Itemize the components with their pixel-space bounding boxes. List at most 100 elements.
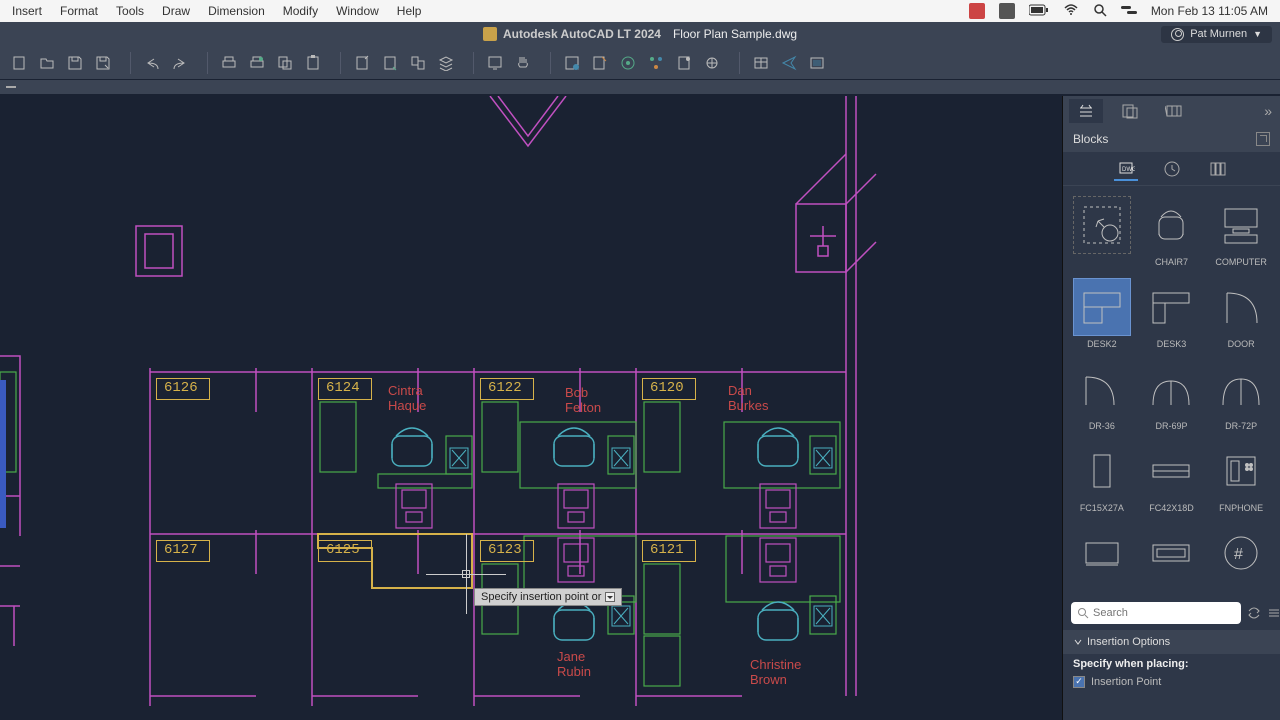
menu-draw[interactable]: Draw	[162, 4, 190, 18]
tool-e[interactable]	[673, 52, 695, 74]
block-item-desk2[interactable]: DESK2	[1069, 278, 1135, 350]
tool-f[interactable]	[701, 52, 723, 74]
subtab-recent[interactable]	[1160, 157, 1184, 181]
block-item-computer[interactable]: COMPUTER	[1208, 196, 1274, 268]
user-name: Pat Murnen	[1190, 28, 1247, 40]
block-item-fnphone[interactable]: FNPHONE	[1208, 442, 1274, 514]
user-menu[interactable]: Pat Murnen ▼	[1161, 26, 1272, 43]
app-name: Autodesk AutoCAD LT 2024	[503, 27, 661, 41]
content-area: 6126 6124 6122 6120 6127 6125 6123 6121 …	[0, 96, 1280, 720]
room-6126: 6126	[164, 380, 198, 396]
menu-insert[interactable]: Insert	[12, 4, 42, 18]
insertion-options-label: Insertion Options	[1087, 636, 1170, 648]
sheets-button[interactable]	[806, 52, 828, 74]
block-item-dr-69p[interactable]: DR-69P	[1139, 360, 1205, 432]
layers-button[interactable]	[435, 52, 457, 74]
block-thumb	[1142, 360, 1200, 418]
save-button[interactable]	[64, 52, 86, 74]
block-item-insert[interactable]: #	[1208, 524, 1274, 586]
redo-button[interactable]	[169, 52, 191, 74]
block-item-chair7[interactable]: CHAIR7	[1139, 196, 1205, 268]
wifi-icon[interactable]	[1063, 4, 1079, 19]
drawing-canvas[interactable]: 6126 6124 6122 6120 6127 6125 6123 6121 …	[0, 96, 1062, 720]
block-thumb	[1212, 442, 1270, 500]
mac-menu-right: Mon Feb 13 11:05 AM	[969, 3, 1268, 20]
subtab-current[interactable]: DWG	[1114, 157, 1138, 181]
send-button[interactable]	[778, 52, 800, 74]
menu-dimension[interactable]: Dimension	[208, 4, 265, 18]
room-6125: 6125	[326, 542, 360, 558]
cursor-pickbox	[462, 570, 470, 578]
panel-header: Blocks	[1063, 126, 1280, 152]
new-button[interactable]	[8, 52, 30, 74]
panel-tab-layers[interactable]	[1113, 99, 1147, 123]
tool-a[interactable]	[561, 52, 583, 74]
panel-tab-blocks[interactable]	[1069, 99, 1103, 123]
plot-button[interactable]	[246, 52, 268, 74]
copy-button[interactable]	[274, 52, 296, 74]
block-item-fc15x27a[interactable]: FC15X27A	[1069, 442, 1135, 514]
command-tooltip: Specify insertion point or	[474, 588, 622, 606]
tool-d[interactable]	[645, 52, 667, 74]
search-icon[interactable]	[1093, 3, 1107, 20]
person-cintra: Cintra Haque	[388, 384, 426, 414]
undo-button[interactable]	[141, 52, 163, 74]
panel-overflow[interactable]: »	[1264, 103, 1274, 119]
pan-button[interactable]	[512, 52, 534, 74]
block-item-insert[interactable]	[1069, 196, 1135, 268]
block-item-dr-36[interactable]: DR-36	[1069, 360, 1135, 432]
table-button[interactable]	[750, 52, 772, 74]
block-thumb	[1212, 278, 1270, 336]
check-label: Insertion Point	[1091, 676, 1161, 688]
paste-button[interactable]	[302, 52, 324, 74]
tool-b[interactable]	[589, 52, 611, 74]
tooltip-dropdown[interactable]	[605, 592, 615, 602]
block-item-dr-72p[interactable]: DR-72P	[1208, 360, 1274, 432]
menu-window[interactable]: Window	[336, 4, 379, 18]
menu-modify[interactable]: Modify	[283, 4, 318, 18]
battery-icon[interactable]	[1029, 4, 1049, 19]
block-item-insert[interactable]	[1069, 524, 1135, 586]
app-icon	[483, 27, 497, 41]
match-button[interactable]	[407, 52, 429, 74]
insertion-options-header[interactable]: Insertion Options	[1063, 630, 1280, 654]
block-thumb	[1073, 442, 1131, 500]
search-list-button[interactable]	[1267, 603, 1280, 623]
block-item-fc42x18d[interactable]: FC42X18D	[1139, 442, 1205, 514]
menu-format[interactable]: Format	[60, 4, 98, 18]
block-item-insert[interactable]	[1139, 524, 1205, 586]
saveas-button[interactable]	[92, 52, 114, 74]
block-label: DR-69P	[1155, 422, 1187, 432]
block-thumb	[1073, 524, 1131, 582]
zoom-window-button[interactable]	[484, 52, 506, 74]
popout-icon[interactable]	[1256, 132, 1270, 146]
block-label: FC42X18D	[1149, 504, 1194, 514]
room-6120: 6120	[650, 380, 684, 396]
print-button[interactable]	[218, 52, 240, 74]
search-sync-button[interactable]	[1247, 603, 1261, 623]
panel-title: Blocks	[1073, 132, 1108, 146]
minimize-ribbon[interactable]	[6, 86, 16, 88]
subtab-libraries[interactable]	[1206, 157, 1230, 181]
menu-tools[interactable]: Tools	[116, 4, 144, 18]
chevron-down-icon	[1073, 637, 1083, 647]
search-box[interactable]	[1071, 602, 1241, 624]
clock[interactable]: Mon Feb 13 11:05 AM	[1151, 4, 1268, 18]
control-center-icon[interactable]	[1121, 4, 1137, 19]
menu-help[interactable]: Help	[397, 4, 422, 18]
copyclip-button[interactable]	[379, 52, 401, 74]
open-button[interactable]	[36, 52, 58, 74]
tool-c[interactable]	[617, 52, 639, 74]
check-insertion-point[interactable]: Insertion Point	[1063, 674, 1280, 694]
block-item-desk3[interactable]: DESK3	[1139, 278, 1205, 350]
status-icon-2[interactable]	[999, 3, 1015, 19]
block-label: DR-36	[1089, 422, 1115, 432]
block-item-door[interactable]: DOOR	[1208, 278, 1274, 350]
cut-button[interactable]	[351, 52, 373, 74]
status-icon-1[interactable]	[969, 3, 985, 19]
person-dan: Dan Burkes	[728, 384, 768, 414]
search-input[interactable]	[1093, 607, 1235, 619]
search-row	[1063, 596, 1280, 630]
panel-tab-properties[interactable]	[1157, 99, 1191, 123]
checkbox-checked-icon[interactable]	[1073, 676, 1085, 688]
